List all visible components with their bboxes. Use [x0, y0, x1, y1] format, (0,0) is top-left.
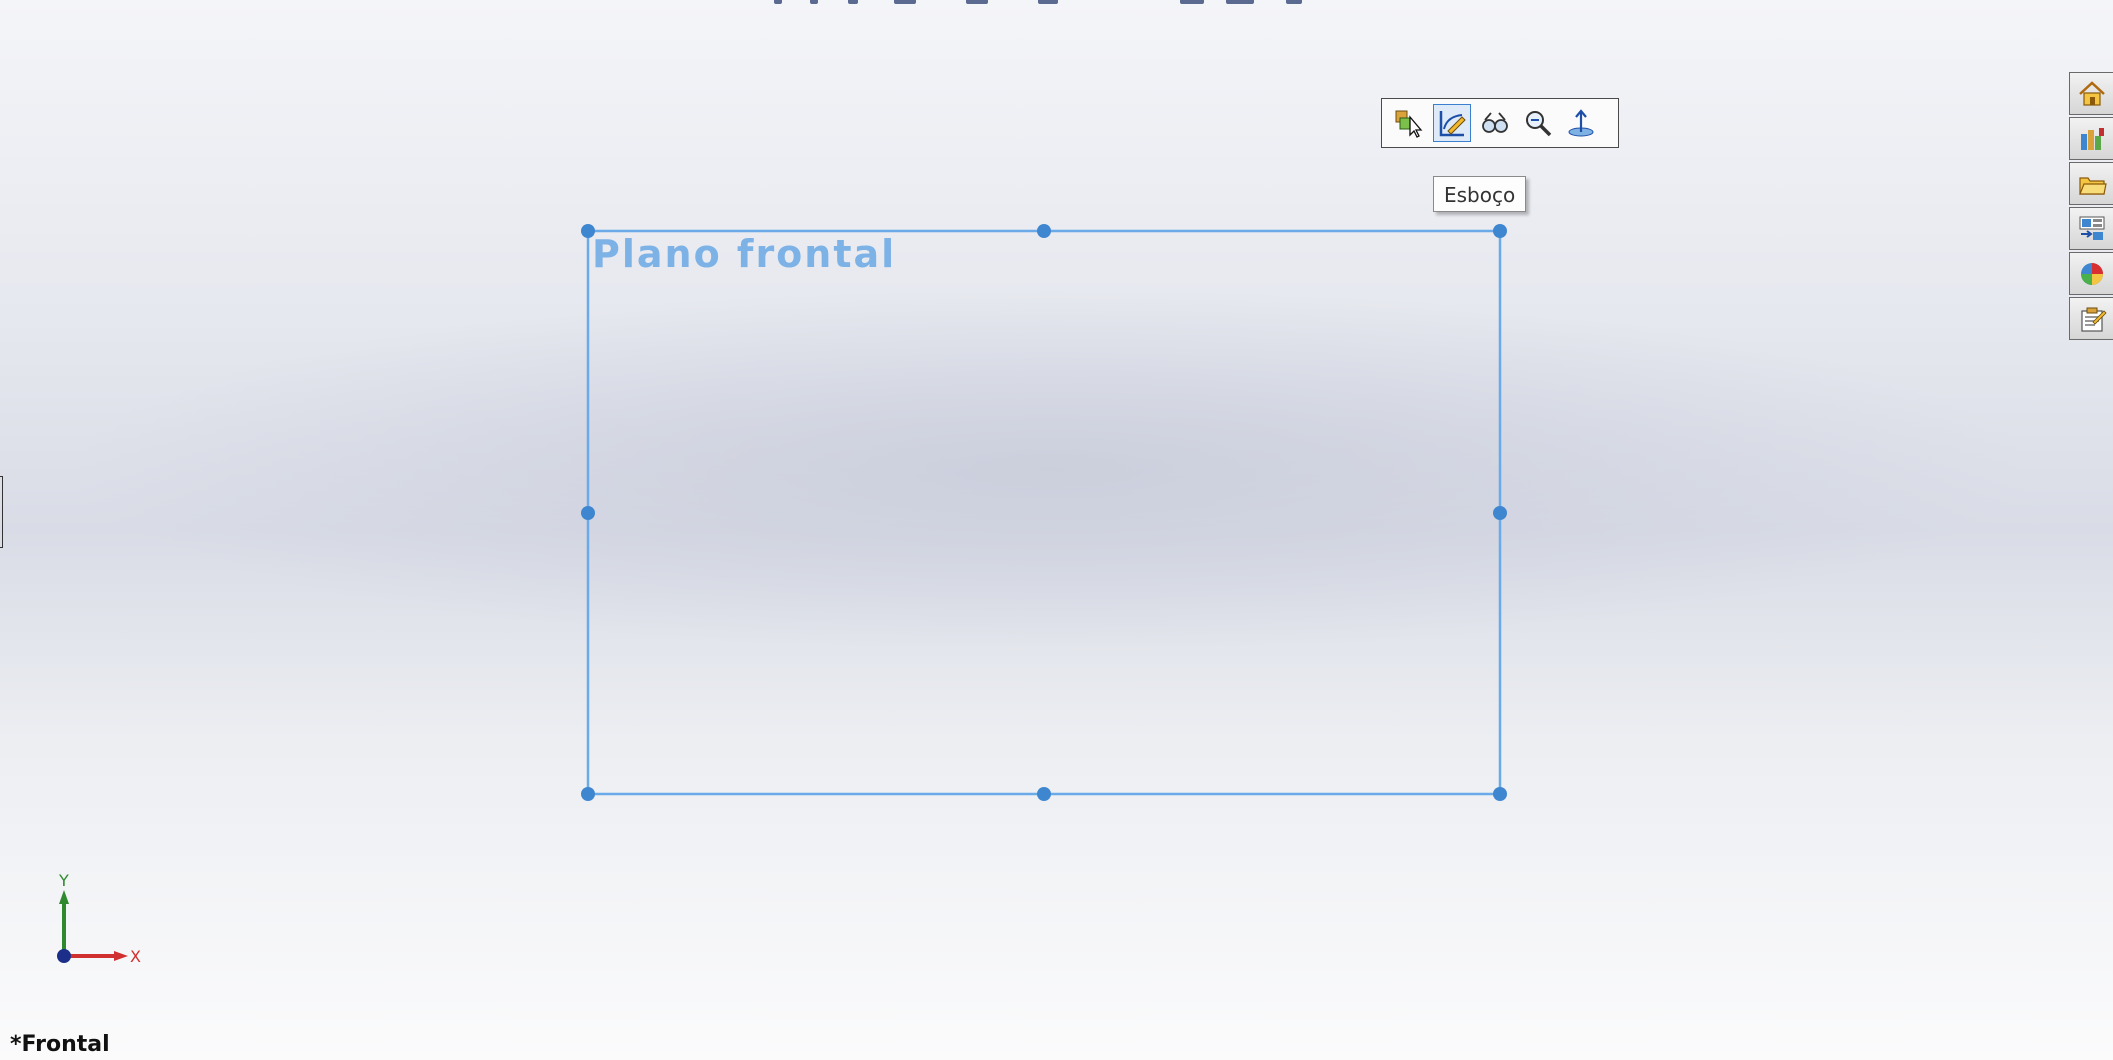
zoom-to-selection-icon	[1526, 111, 1552, 137]
feature-manager-collapse-tab[interactable]	[0, 476, 3, 548]
appearances-icon	[2080, 262, 2103, 285]
handle-mid-right	[1493, 506, 1507, 520]
file-explorer-icon	[2078, 176, 2107, 195]
tooltip: Esboço	[1433, 176, 1527, 212]
task-pane-tab-view-palette[interactable]	[2069, 207, 2113, 250]
context-toolbar	[1381, 98, 1619, 148]
select-other-button[interactable]	[1390, 104, 1428, 142]
z-axis-origin	[57, 949, 71, 963]
show-hide-button[interactable]	[1476, 104, 1514, 142]
handle-mid-left	[581, 506, 595, 520]
task-pane-tab-appearances[interactable]	[2069, 252, 2113, 295]
front-plane[interactable]	[0, 0, 2113, 1060]
task-pane-tabs	[2069, 72, 2113, 342]
plane-outline	[586, 229, 1502, 796]
view-name-label: *Frontal	[10, 1032, 110, 1057]
y-arrow	[59, 890, 69, 904]
sketch-icon	[1439, 111, 1466, 137]
home-icon	[2078, 80, 2105, 106]
handle-top-mid	[1037, 224, 1051, 238]
y-axis-label: Y	[58, 871, 69, 890]
normal-to-button[interactable]	[1562, 104, 1600, 142]
task-pane-tab-home[interactable]	[2069, 72, 2113, 115]
zoom-to-selection-button[interactable]	[1519, 104, 1557, 142]
x-axis-label: X	[130, 947, 141, 966]
handle-top-right	[1493, 224, 1507, 238]
handle-bottom-right	[1493, 787, 1507, 801]
task-pane-tab-design-library[interactable]	[2069, 117, 2113, 160]
task-pane-tab-file-explorer[interactable]	[2069, 162, 2113, 205]
custom-properties-icon	[2080, 307, 2107, 332]
normal-to-icon	[1568, 109, 1594, 137]
sketch-button[interactable]	[1433, 104, 1471, 142]
handle-bottom-left	[581, 787, 595, 801]
handle-bottom-mid	[1037, 787, 1051, 801]
reference-triad: Y X	[57, 871, 141, 966]
select-other-icon	[1395, 110, 1423, 138]
plane-handles	[581, 224, 1507, 801]
show-hide-icon	[1482, 112, 1508, 133]
design-library-icon	[2080, 127, 2104, 150]
view-palette-icon	[2079, 216, 2104, 240]
task-pane-tab-custom-properties[interactable]	[2069, 297, 2113, 340]
x-arrow	[114, 951, 128, 961]
graphics-area[interactable]: Plano frontal Esboço Y X *Frontal	[0, 0, 2113, 1060]
plane-label: Plano frontal	[592, 232, 897, 276]
